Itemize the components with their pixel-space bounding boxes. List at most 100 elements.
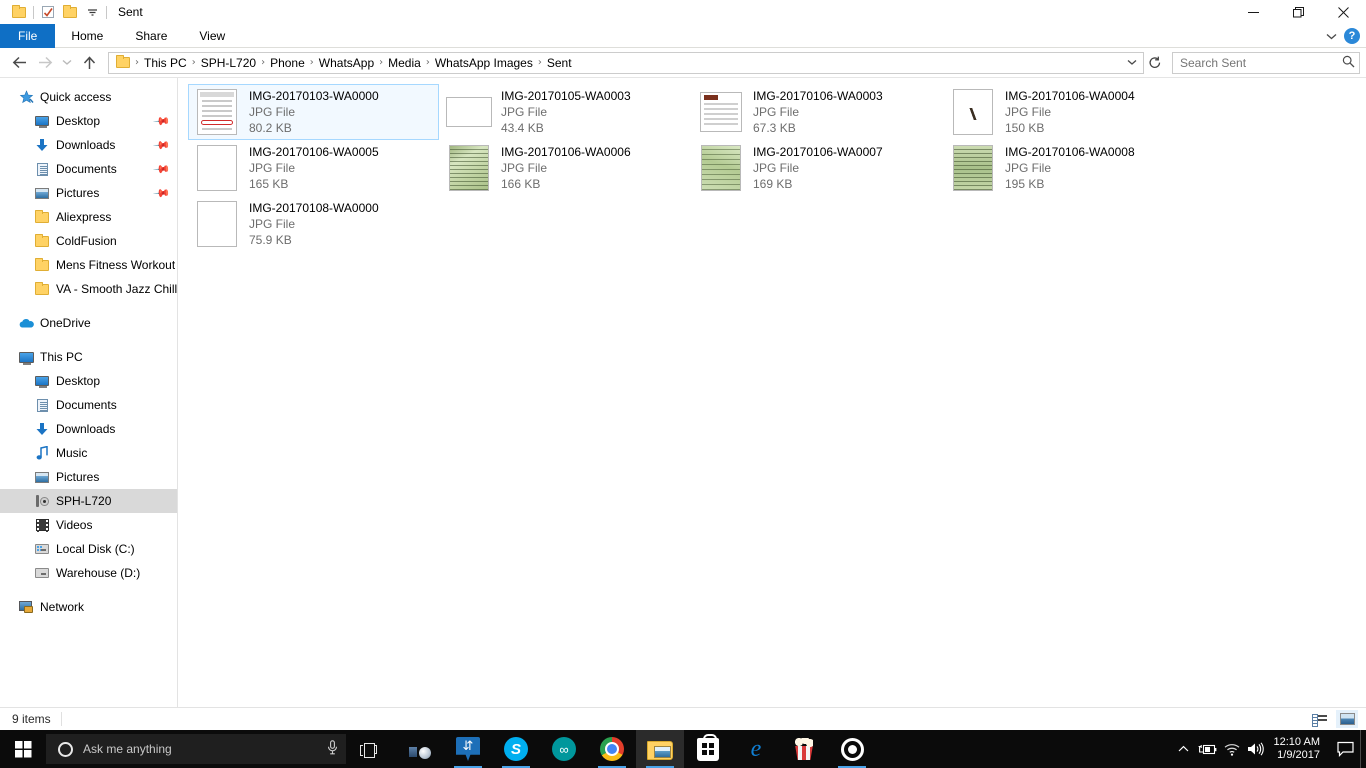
new-folder-icon[interactable]	[59, 1, 81, 23]
pictures-icon	[34, 469, 50, 485]
microsoft-store-icon[interactable]	[684, 730, 732, 768]
sidebar-item-aliexpress[interactable]: Aliexpress	[0, 205, 177, 229]
sidebar-item-downloads[interactable]: Downloads 📌	[0, 133, 177, 157]
pin-icon[interactable]: 📌	[153, 184, 172, 203]
navigation-pane[interactable]: Quick access Desktop 📌 Downloads 📌 D	[0, 78, 178, 707]
ionic-icon[interactable]	[828, 730, 876, 768]
chevron-down-icon[interactable]	[1326, 29, 1337, 43]
show-desktop-button[interactable]	[1360, 730, 1366, 768]
address-dropdown-icon[interactable]	[1123, 53, 1141, 73]
large-icons-view-button[interactable]	[1336, 710, 1358, 728]
sidebar-item-warehouse-d[interactable]: Warehouse (D:)	[0, 561, 177, 585]
sidebar-item-coldfusion[interactable]: ColdFusion	[0, 229, 177, 253]
file-thumbnail	[193, 200, 241, 248]
file-item[interactable]: IMG-20170106-WA0003 JPG File 67.3 KB	[692, 84, 943, 140]
start-button[interactable]	[0, 730, 46, 768]
popcorn-time-icon[interactable]	[780, 730, 828, 768]
sidebar-item-this-pc-videos[interactable]: Videos	[0, 513, 177, 537]
tab-home[interactable]: Home	[55, 24, 119, 48]
sidebar-item-this-pc[interactable]: This PC	[0, 345, 177, 369]
download-manager-icon[interactable]	[444, 730, 492, 768]
cortana-search-box[interactable]: Ask me anything	[46, 734, 346, 764]
sidebar-item-quick-access[interactable]: Quick access	[0, 85, 177, 109]
file-item[interactable]: IMG-20170106-WA0005 JPG File 165 KB	[188, 140, 439, 196]
sidebar-item-documents[interactable]: Documents 📌	[0, 157, 177, 181]
sidebar-item-onedrive[interactable]: OneDrive	[0, 311, 177, 335]
battery-charging-icon[interactable]	[1196, 730, 1220, 768]
sidebar-item-desktop[interactable]: Desktop 📌	[0, 109, 177, 133]
sidebar-item-local-disk-c[interactable]: Local Disk (C:)	[0, 537, 177, 561]
file-explorer-icon[interactable]	[636, 730, 684, 768]
sidebar-label: Music	[56, 446, 87, 460]
sidebar-item-va-smooth-jazz-chill[interactable]: VA - Smooth Jazz Chill	[0, 277, 177, 301]
sidebar-item-this-pc-downloads[interactable]: Downloads	[0, 417, 177, 441]
sidebar-label: Downloads	[56, 138, 115, 152]
sidebar-item-mens-fitness-workout[interactable]: Mens Fitness Workout	[0, 253, 177, 277]
help-icon[interactable]: ?	[1344, 28, 1360, 44]
microphone-icon[interactable]	[327, 740, 338, 758]
sidebar-item-this-pc-music[interactable]: Music	[0, 441, 177, 465]
breadcrumb-item-whatsapp[interactable]: WhatsApp	[315, 53, 378, 73]
file-item[interactable]: IMG-20170108-WA0000 JPG File 75.9 KB	[188, 196, 439, 252]
up-button[interactable]	[76, 50, 102, 76]
sidebar-label: Quick access	[40, 90, 111, 104]
folder-icon[interactable]	[8, 1, 30, 23]
forward-button[interactable]	[32, 50, 58, 76]
volume-icon[interactable]	[1244, 730, 1268, 768]
sidebar-item-this-pc-desktop[interactable]: Desktop	[0, 369, 177, 393]
details-view-button[interactable]	[1308, 710, 1330, 728]
search-input[interactable]	[1180, 56, 1342, 70]
breadcrumb-item-this-pc[interactable]: This PC	[140, 53, 191, 73]
breadcrumb-bar[interactable]: › This PC › SPH-L720 › Phone › WhatsApp …	[108, 52, 1144, 74]
properties-icon[interactable]	[37, 1, 59, 23]
breadcrumb-item-sph-l720[interactable]: SPH-L720	[197, 53, 260, 73]
search-box[interactable]	[1172, 52, 1360, 74]
tab-share[interactable]: Share	[119, 24, 183, 48]
wifi-icon[interactable]	[1220, 730, 1244, 768]
refresh-button[interactable]	[1144, 50, 1166, 76]
maximize-button[interactable]	[1276, 0, 1321, 24]
sidebar-item-network[interactable]: Network	[0, 595, 177, 619]
show-hidden-icons-chevron-icon[interactable]	[1172, 730, 1196, 768]
unknown-app-icon[interactable]	[396, 730, 444, 768]
sidebar-item-this-pc-documents[interactable]: Documents	[0, 393, 177, 417]
tab-view[interactable]: View	[183, 24, 241, 48]
task-view-button[interactable]	[346, 730, 390, 768]
breadcrumb-item-phone[interactable]: Phone	[266, 53, 309, 73]
pin-icon[interactable]: 📌	[153, 160, 172, 179]
file-item[interactable]: IMG-20170103-WA0000 JPG File 80.2 KB	[188, 84, 439, 140]
file-meta: IMG-20170105-WA0003 JPG File 43.4 KB	[501, 88, 631, 136]
pin-icon[interactable]: 📌	[153, 112, 172, 131]
file-item[interactable]: IMG-20170106-WA0004 JPG File 150 KB	[944, 84, 1195, 140]
file-item[interactable]: IMG-20170106-WA0006 JPG File 166 KB	[440, 140, 691, 196]
file-item[interactable]: IMG-20170106-WA0007 JPG File 169 KB	[692, 140, 943, 196]
breadcrumb-item-whatsapp-images[interactable]: WhatsApp Images	[431, 53, 537, 73]
breadcrumb-item-sent[interactable]: Sent	[543, 53, 576, 73]
microsoft-edge-icon[interactable]: e	[732, 730, 780, 768]
back-button[interactable]	[6, 50, 32, 76]
sidebar-item-this-pc-pictures[interactable]: Pictures	[0, 465, 177, 489]
breadcrumb-item-media[interactable]: Media	[384, 53, 425, 73]
clock[interactable]: 12:10 AM 1/9/2017	[1268, 730, 1330, 768]
minimize-button[interactable]	[1231, 0, 1276, 24]
sidebar-item-pictures[interactable]: Pictures 📌	[0, 181, 177, 205]
pin-icon[interactable]: 📌	[153, 136, 172, 155]
search-icon[interactable]	[1342, 55, 1355, 71]
folder-icon	[34, 281, 50, 297]
folder-icon	[34, 209, 50, 225]
sidebar-item-sph-l720[interactable]: SPH-L720	[0, 489, 177, 513]
item-count: 9 items	[12, 712, 51, 726]
file-list-pane[interactable]: IMG-20170103-WA0000 JPG File 80.2 KB IMG…	[178, 78, 1366, 707]
file-item[interactable]: IMG-20170105-WA0003 JPG File 43.4 KB	[440, 84, 691, 140]
arduino-icon[interactable]: ∞	[540, 730, 588, 768]
file-item[interactable]: IMG-20170106-WA0008 JPG File 195 KB	[944, 140, 1195, 196]
close-button[interactable]	[1321, 0, 1366, 24]
chrome-icon[interactable]	[588, 730, 636, 768]
recent-locations-chevron-icon[interactable]	[58, 50, 76, 76]
tab-file[interactable]: File	[0, 24, 55, 48]
task-view-icon	[360, 743, 377, 756]
customize-qat-chevron-icon[interactable]	[81, 1, 103, 23]
file-type: JPG File	[753, 160, 883, 176]
skype-icon[interactable]: S	[492, 730, 540, 768]
action-center-button[interactable]	[1330, 730, 1360, 768]
